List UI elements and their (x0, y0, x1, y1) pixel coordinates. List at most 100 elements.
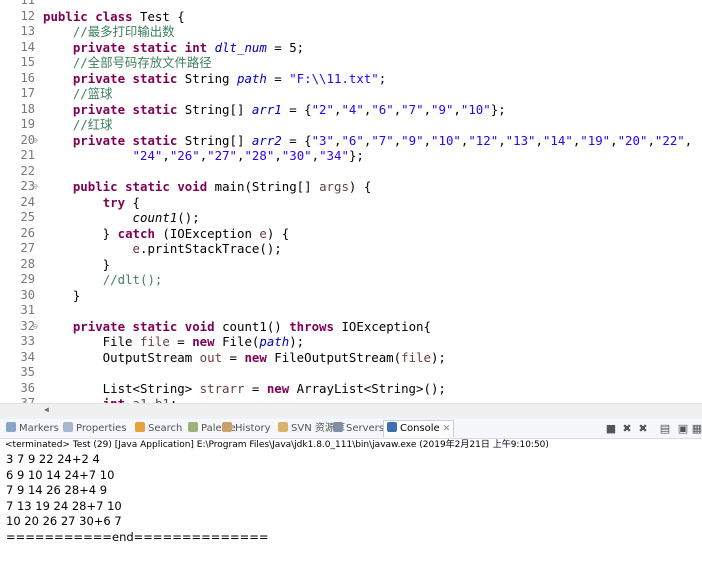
code-text: private static String[] arr1 = {"2","4",… (72, 101, 506, 117)
line-number: 12 (20, 8, 35, 23)
tab-console[interactable]: Console ✕ (383, 420, 455, 437)
code-line[interactable]: 36 List<String> strarr = new ArrayList<S… (0, 381, 702, 397)
code-text: e.printStackTrace(); (132, 241, 282, 256)
code-line[interactable]: 24 try { (0, 195, 702, 211)
horizontal-scrollbar[interactable]: ◀ (0, 403, 702, 415)
code-text: OutputStream out = new FileOutputStream(… (43, 349, 446, 365)
line-number: 18 (20, 101, 35, 116)
code-line[interactable]: 20 ⊖ private static String[] arr2 = {"3",… (0, 133, 702, 149)
code-line[interactable]: 37 int a1,b1; (0, 396, 702, 403)
code-line[interactable]: 23 ⊖ public static void main(String[] arg… (0, 179, 702, 195)
close-icon[interactable]: ✕ (443, 424, 451, 434)
code-line[interactable]: 32 ⊖ private static void count1() throws … (0, 319, 702, 335)
view-tab-bar: ■ ✖ ✖ ▤ ▣ ▦ Markers Properties Search Palet… (0, 419, 702, 439)
tab-label: History (235, 423, 271, 434)
terminate-icon[interactable]: ■ (604, 422, 618, 435)
code-text: } (43, 256, 111, 272)
line-number: 24 (20, 194, 35, 209)
line-number: 23 (20, 179, 35, 193)
code-line[interactable]: 22 (0, 164, 702, 180)
tab-label: Markers (19, 423, 59, 434)
scroll-left-icon[interactable]: ◀ (44, 404, 49, 415)
code-text: //篮球 (72, 86, 113, 101)
code-line[interactable]: 15 //全部号码存放文件路径 (0, 55, 702, 71)
servers-icon (333, 422, 343, 432)
code-line[interactable]: 30 } (0, 288, 702, 304)
code-line[interactable]: 29 //dlt(); (0, 272, 702, 288)
code-line[interactable]: 27 e.printStackTrace(); (0, 241, 702, 257)
code-text: private static String path = "F:\\11.txt… (72, 70, 387, 86)
line-number: 16 (20, 70, 35, 85)
code-line[interactable]: 35 (0, 365, 702, 381)
code-line[interactable]: 13 //最多打印输出数 (0, 24, 702, 40)
line-number: 28 (20, 256, 35, 271)
scroll-lock-icon[interactable]: ▤ (658, 422, 672, 435)
code-line[interactable]: 19 //红球 (0, 117, 702, 133)
code-text: private static int dlt_num = 5; (72, 39, 305, 55)
properties-icon (63, 422, 73, 432)
code-line[interactable]: 25 count1(); (0, 210, 702, 226)
line-number: 22 (20, 163, 35, 178)
line-number: 37 (20, 396, 35, 403)
code-line[interactable]: 28 } (0, 257, 702, 273)
code-line[interactable]: 31 (0, 303, 702, 319)
line-number: 25 (20, 210, 35, 224)
code-line[interactable]: 34 OutputStream out = new FileOutputStre… (0, 350, 702, 366)
code-text: //最多打印输出数 (72, 24, 175, 39)
line-number: 33 (20, 334, 35, 348)
code-text: "24","26","27","28","30","34"}; (132, 148, 364, 163)
code-text: private static void count1() throws IOEx… (72, 318, 431, 334)
line-number: 21 (20, 148, 35, 162)
line-number: 15 (20, 55, 35, 69)
tab-label: Servers (346, 423, 385, 434)
tab-search[interactable]: Search (135, 421, 182, 437)
code-text: //dlt(); (102, 272, 163, 287)
code-line[interactable]: 14 private static int dlt_num = 5; (0, 40, 702, 56)
code-line[interactable]: 33 File file = new File(path); (0, 334, 702, 350)
console-line: 3 7 9 22 24+2 4 (6, 452, 100, 466)
line-number: 17 (20, 86, 35, 100)
pin-console-icon[interactable]: ▣ (676, 422, 690, 435)
line-number: 32 (20, 318, 35, 333)
fold-toggle-icon[interactable]: ⊖ (33, 319, 38, 335)
code-line[interactable]: 18 private static String[] arr1 = {"2","… (0, 102, 702, 118)
code-text: public class Test { (43, 8, 185, 24)
code-line[interactable]: 11 (0, 0, 702, 9)
console-line: 7 9 14 26 28+4 9 (6, 483, 108, 498)
line-number: 11 (20, 0, 35, 7)
console-output[interactable]: 3 7 9 22 24+2 46 9 10 14 24+7 10 7 9 14 2… (0, 452, 702, 563)
code-line[interactable]: 16 private static String path = "F:\\11.… (0, 71, 702, 87)
markers-icon (6, 422, 16, 432)
remove-all-icon[interactable]: ✖ (636, 422, 650, 435)
line-number: 31 (20, 303, 35, 317)
fold-toggle-icon[interactable]: ⊖ (33, 179, 38, 195)
fold-toggle-icon[interactable]: ⊖ (33, 133, 38, 149)
svn-repository-icon (278, 422, 288, 432)
console-icon (387, 422, 397, 432)
code-line[interactable]: 17 //篮球 (0, 86, 702, 102)
display-console-icon[interactable]: ▦ (690, 422, 702, 435)
tab-label: Search (148, 423, 183, 434)
history-icon (222, 422, 232, 432)
code-line[interactable]: 12 public class Test { (0, 9, 702, 25)
line-number: 35 (20, 365, 35, 379)
tab-markers[interactable]: Markers (6, 421, 59, 437)
line-number: 26 (20, 225, 35, 240)
tab-servers[interactable]: Servers (333, 421, 384, 437)
tab-history[interactable]: History (222, 421, 271, 437)
code-text: int a1,b1; (43, 396, 178, 403)
search-icon (135, 422, 145, 432)
code-text: } catch (IOException e) { (43, 225, 290, 241)
code-line[interactable]: 26 } catch (IOException e) { (0, 226, 702, 242)
line-number: 34 (20, 349, 35, 364)
tab-properties[interactable]: Properties (63, 421, 127, 437)
line-number: 30 (20, 287, 35, 302)
code-text: public static void main(String[] args) { (72, 179, 372, 194)
code-editor[interactable]: 11 12 public class Test {13 //最多打印输出数 14 pr… (0, 0, 702, 403)
console-line: 7 13 19 24 28+7 10 (6, 498, 122, 513)
line-number: 20 (20, 132, 35, 147)
code-line[interactable]: 21 "24","26","27","28","30","34"}; (0, 148, 702, 164)
code-text: //红球 (72, 117, 113, 132)
tab-label: Properties (76, 423, 127, 434)
remove-launch-icon[interactable]: ✖ (620, 422, 634, 435)
